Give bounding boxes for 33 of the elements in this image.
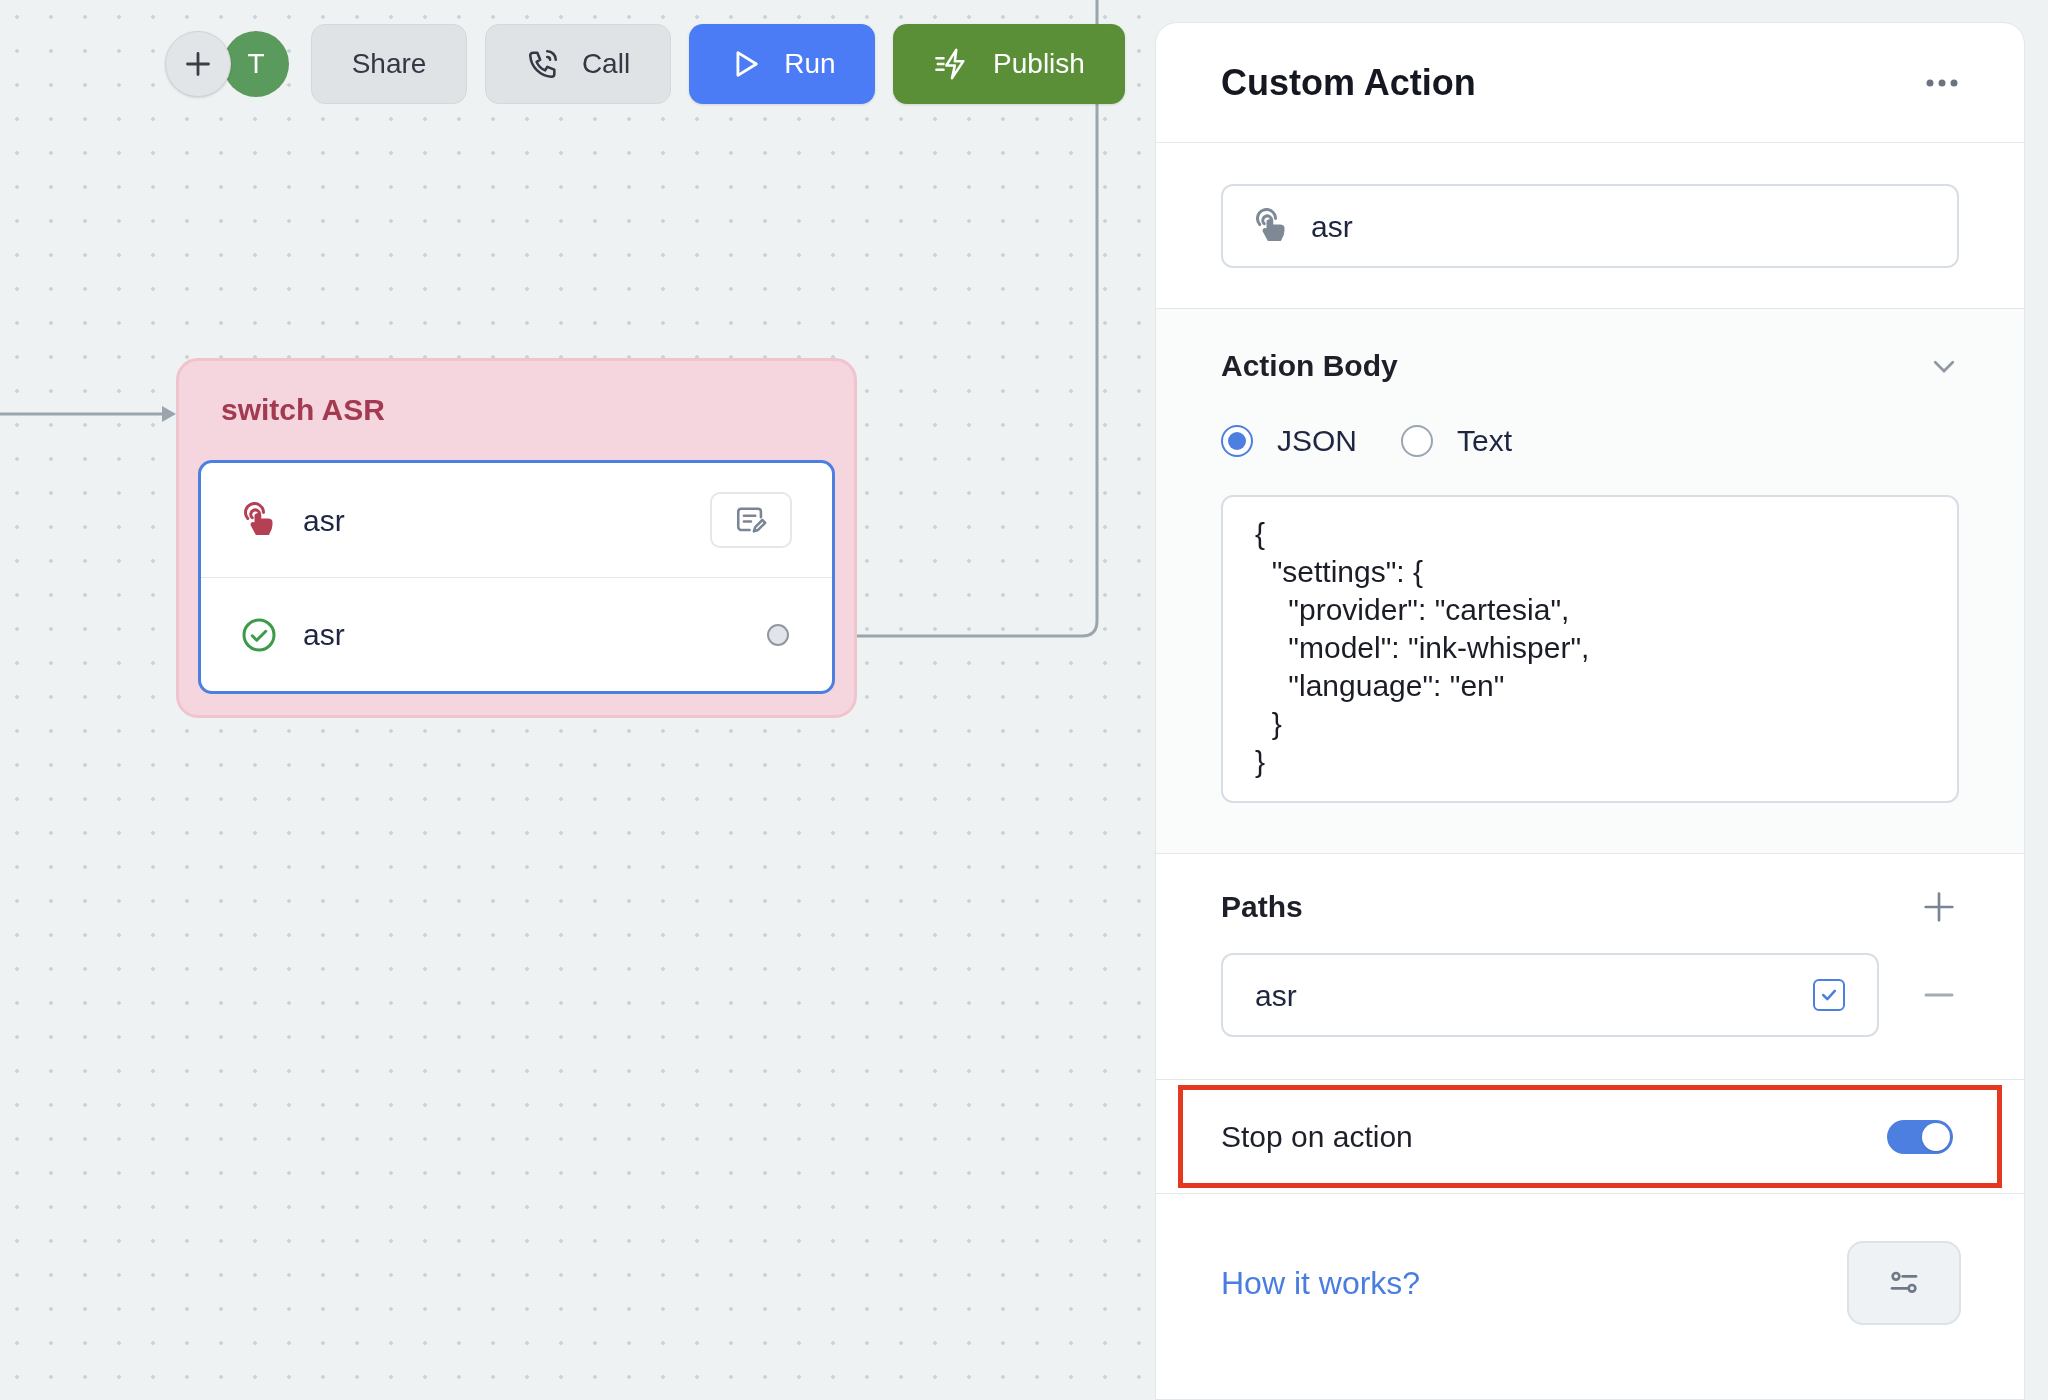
radio-label: Text	[1457, 423, 1513, 459]
publish-button[interactable]: Publish	[893, 24, 1125, 104]
toggle-switch[interactable]	[1887, 1119, 1953, 1154]
row-label: asr	[303, 502, 346, 539]
plus-icon	[1923, 890, 1955, 923]
json-body-field[interactable]: { "settings": { "provider": "cartesia", "model": "ink-whisper", "language": "en" } }	[1221, 495, 1959, 803]
check-circle-icon	[241, 616, 277, 653]
section-title: Paths	[1221, 889, 1303, 925]
output-port[interactable]	[767, 623, 789, 646]
path-field[interactable]: asr	[1221, 953, 1879, 1037]
help-link[interactable]: How it works?	[1221, 1259, 1421, 1307]
node-row[interactable]: asr	[201, 577, 832, 691]
node-row[interactable]: asr	[201, 463, 832, 577]
run-button[interactable]: Run	[689, 24, 875, 104]
row-label: asr	[303, 617, 346, 653]
edit-button[interactable]	[710, 492, 792, 548]
section-title: Action Body	[1221, 348, 1398, 384]
panel-title: Custom Action	[1221, 60, 1476, 105]
minus-icon	[1923, 992, 1955, 998]
plain-button[interactable]: Share	[311, 24, 467, 104]
call-button[interactable]: Call	[485, 24, 671, 104]
radio-button[interactable]	[1221, 424, 1253, 457]
radio-button[interactable]	[1401, 424, 1433, 457]
setting-label: Stop on action	[1221, 1119, 1413, 1155]
name-field[interactable]: asr	[1221, 184, 1959, 268]
checkbox[interactable]	[1813, 979, 1845, 1011]
plus-icon	[184, 50, 212, 78]
node-card[interactable]: switch ASR asr asr	[176, 358, 857, 718]
radio-label: JSON	[1277, 423, 1357, 459]
settings-button[interactable]	[1847, 1241, 1961, 1325]
node-title: switch ASR	[220, 392, 386, 428]
add-button[interactable]	[165, 31, 231, 97]
more-menu-icon[interactable]	[1925, 77, 1959, 88]
